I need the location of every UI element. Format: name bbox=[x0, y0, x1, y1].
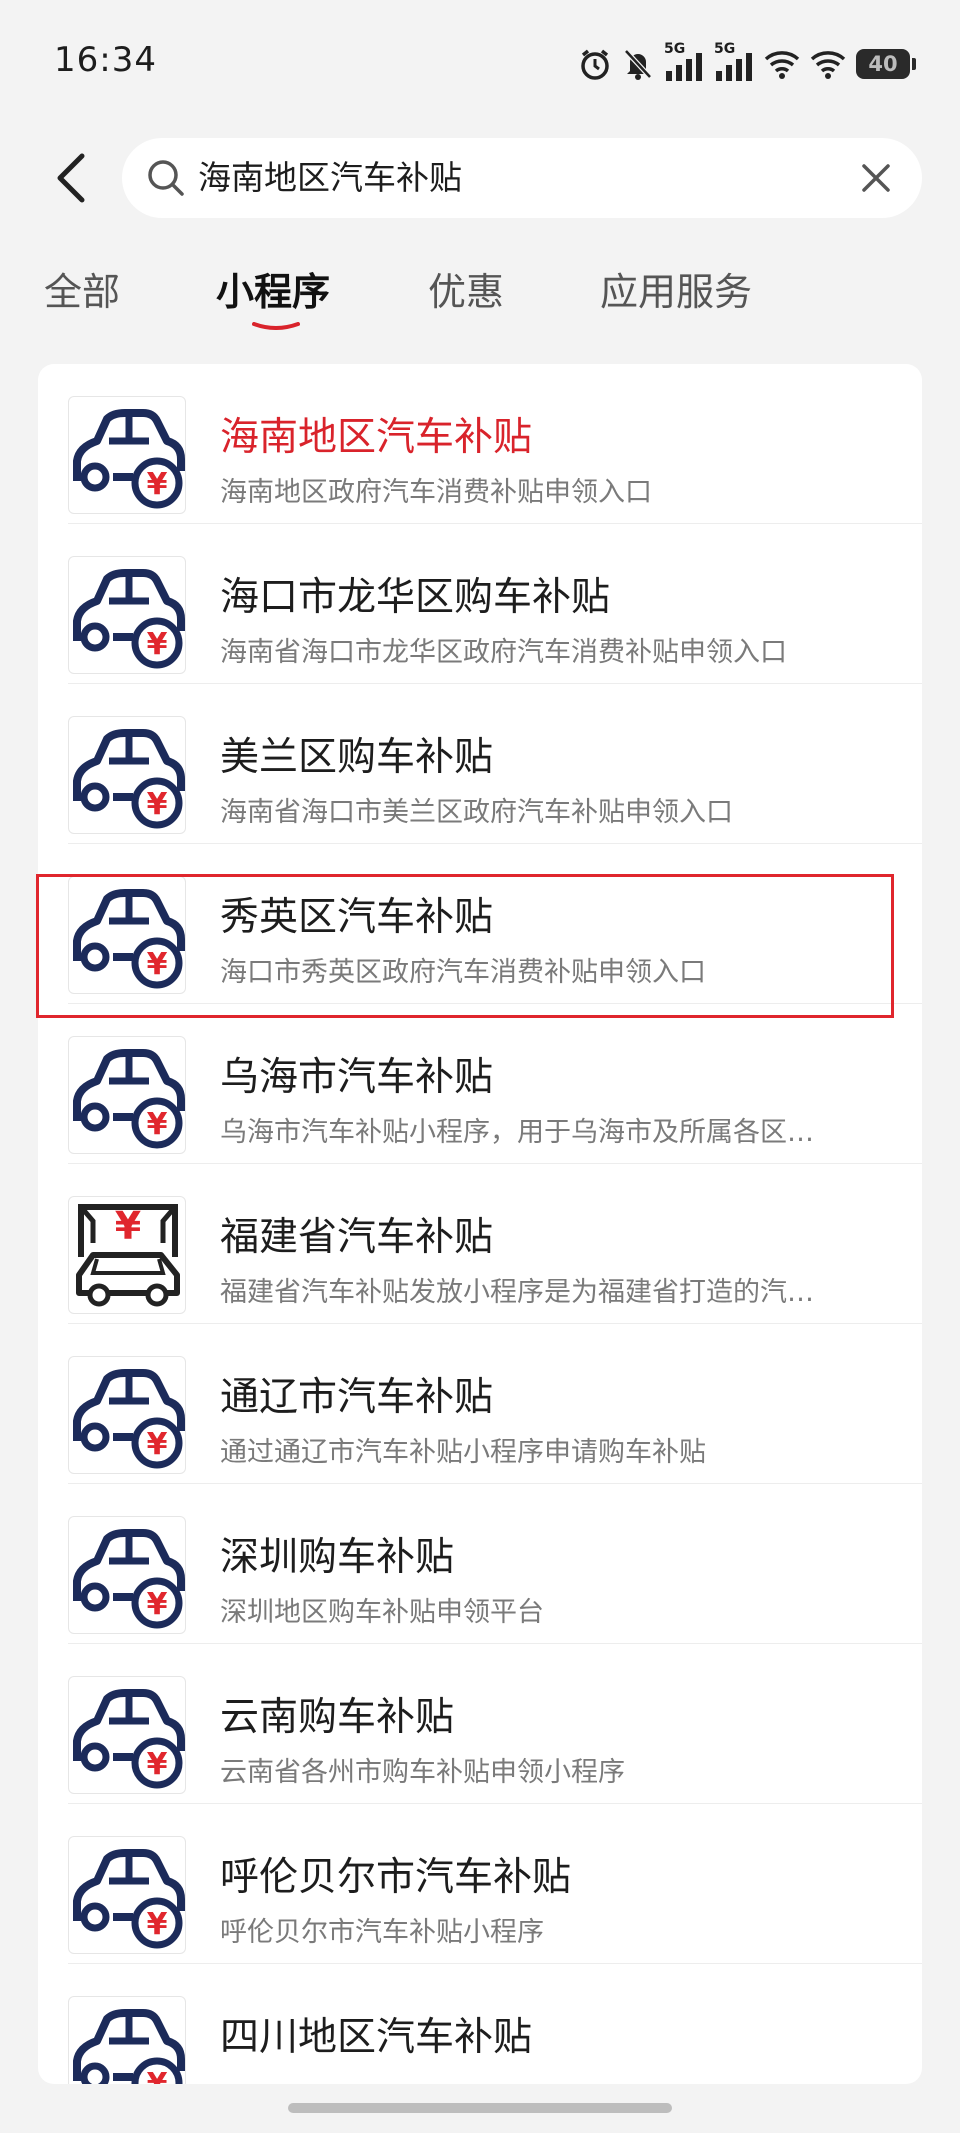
car-yuan-icon: ¥ bbox=[68, 396, 186, 514]
result-description: 海南省海口市美兰区政府汽车补贴申领入口 bbox=[220, 797, 733, 828]
result-title: 美兰区购车补贴 bbox=[220, 735, 494, 780]
tab-app-services[interactable]: 应用服务 bbox=[600, 262, 752, 322]
result-item[interactable]: ¥ 云南购车补贴云南省各州市购车补贴申领小程序 bbox=[38, 1644, 922, 1804]
result-item[interactable]: ¥ 美兰区购车补贴海南省海口市美兰区政府汽车补贴申领入口 bbox=[38, 684, 922, 844]
svg-text:¥: ¥ bbox=[147, 1747, 168, 1782]
search-input[interactable]: 海南地区汽车补贴 bbox=[122, 138, 922, 218]
chevron-left-icon bbox=[57, 153, 85, 203]
result-description: 海南省海口市龙华区政府汽车消费补贴申领入口 bbox=[220, 637, 787, 668]
alarm-icon bbox=[578, 47, 612, 81]
car-yuan-icon: ¥ bbox=[68, 1676, 186, 1794]
search-icon bbox=[148, 160, 184, 196]
result-description: 通过通辽市汽车补贴小程序申请购车补贴 bbox=[220, 1437, 706, 1468]
car-gate-yuan-icon: ¥ bbox=[68, 1196, 186, 1314]
car-yuan-icon: ¥ bbox=[68, 1836, 186, 1954]
tab-bar: 全部 小程序 优惠 应用服务 bbox=[0, 262, 960, 342]
battery-level: 40 bbox=[868, 52, 898, 76]
result-title: 海口市龙华区购车补贴 bbox=[220, 575, 611, 620]
tab-all[interactable]: 全部 bbox=[44, 262, 120, 322]
status-icons: 5G 5G 40 bbox=[578, 41, 916, 84]
battery-icon: 40 bbox=[856, 49, 916, 79]
svg-text:¥: ¥ bbox=[147, 947, 168, 982]
back-button[interactable] bbox=[48, 148, 94, 208]
result-title: 四川地区汽车补贴 bbox=[220, 2015, 533, 2060]
result-description: 云南省各州市购车补贴申领小程序 bbox=[220, 1757, 625, 1788]
result-item[interactable]: ¥ 海口市龙华区购车补贴海南省海口市龙华区政府汽车消费补贴申领入口 bbox=[38, 524, 922, 684]
result-description: 海南地区政府汽车消费补贴申领入口 bbox=[220, 477, 652, 508]
svg-text:¥: ¥ bbox=[147, 1587, 168, 1622]
svg-text:¥: ¥ bbox=[147, 1427, 168, 1462]
svg-text:¥: ¥ bbox=[147, 2067, 168, 2084]
car-yuan-icon: ¥ bbox=[68, 876, 186, 994]
svg-text:¥: ¥ bbox=[147, 1907, 168, 1942]
result-description: 福建省汽车补贴发放小程序是为福建省打造的汽… bbox=[220, 1277, 814, 1308]
clear-icon[interactable] bbox=[858, 160, 894, 196]
svg-text:¥: ¥ bbox=[115, 1204, 141, 1248]
result-item[interactable]: ¥ 秀英区汽车补贴海口市秀英区政府汽车消费补贴申领入口 bbox=[38, 844, 922, 1004]
result-title: 秀英区汽车补贴 bbox=[220, 895, 494, 940]
status-bar: 16:34 5G 5G 40 bbox=[0, 0, 960, 110]
result-item[interactable]: ¥ 海南地区汽车补贴海南地区政府汽车消费补贴申领入口 bbox=[38, 364, 922, 524]
result-item[interactable]: ¥ 福建省汽车补贴福建省汽车补贴发放小程序是为福建省打造的汽… bbox=[38, 1164, 922, 1324]
result-title: 通辽市汽车补贴 bbox=[220, 1375, 494, 1420]
result-item[interactable]: ¥ 深圳购车补贴深圳地区购车补贴申领平台 bbox=[38, 1484, 922, 1644]
search-query[interactable]: 海南地区汽车补贴 bbox=[198, 138, 462, 218]
car-yuan-icon: ¥ bbox=[68, 1356, 186, 1474]
result-description: 呼伦贝尔市汽车补贴小程序 bbox=[220, 1917, 544, 1948]
signal-5g-icon: 5G bbox=[664, 41, 704, 81]
signal-5g-icon-2: 5G bbox=[714, 41, 754, 81]
tab-offers[interactable]: 优惠 bbox=[428, 262, 504, 322]
result-title: 深圳购车补贴 bbox=[220, 1535, 455, 1580]
car-yuan-icon: ¥ bbox=[68, 1996, 186, 2084]
mute-bell-icon bbox=[622, 47, 654, 81]
svg-text:¥: ¥ bbox=[147, 627, 168, 662]
car-yuan-icon: ¥ bbox=[68, 1516, 186, 1634]
car-yuan-icon: ¥ bbox=[68, 556, 186, 674]
svg-text:¥: ¥ bbox=[147, 787, 168, 822]
result-item[interactable]: ¥ 通辽市汽车补贴通过通辽市汽车补贴小程序申请购车补贴 bbox=[38, 1324, 922, 1484]
wifi-icon-2 bbox=[810, 49, 846, 79]
wifi-icon bbox=[764, 49, 800, 79]
svg-text:¥: ¥ bbox=[147, 467, 168, 502]
svg-text:¥: ¥ bbox=[147, 1107, 168, 1142]
tab-mini-programs[interactable]: 小程序 bbox=[216, 262, 330, 322]
results-list: ¥ 海南地区汽车补贴海南地区政府汽车消费补贴申领入口 ¥ 海口市龙华区购车补贴海南省海… bbox=[38, 364, 922, 2084]
status-time: 16:34 bbox=[54, 40, 157, 80]
result-title: 乌海市汽车补贴 bbox=[220, 1055, 494, 1100]
home-indicator[interactable] bbox=[288, 2103, 672, 2113]
result-description: 乌海市汽车补贴小程序，用于乌海市及所属各区… bbox=[220, 1117, 814, 1148]
result-item[interactable]: ¥ 呼伦贝尔市汽车补贴呼伦贝尔市汽车补贴小程序 bbox=[38, 1804, 922, 1964]
result-title: 海南地区汽车补贴 bbox=[220, 415, 533, 460]
result-item[interactable]: ¥ 乌海市汽车补贴乌海市汽车补贴小程序，用于乌海市及所属各区… bbox=[38, 1004, 922, 1164]
active-tab-indicator bbox=[252, 322, 300, 330]
car-yuan-icon: ¥ bbox=[68, 1036, 186, 1154]
car-yuan-icon: ¥ bbox=[68, 716, 186, 834]
result-item[interactable]: ¥ 四川地区汽车补贴 bbox=[38, 1964, 922, 2084]
result-title: 云南购车补贴 bbox=[220, 1695, 455, 1740]
result-description: 海口市秀英区政府汽车消费补贴申领入口 bbox=[220, 957, 706, 988]
result-description: 深圳地区购车补贴申领平台 bbox=[220, 1597, 544, 1628]
result-title: 呼伦贝尔市汽车补贴 bbox=[220, 1855, 572, 1900]
result-title: 福建省汽车补贴 bbox=[220, 1215, 494, 1260]
